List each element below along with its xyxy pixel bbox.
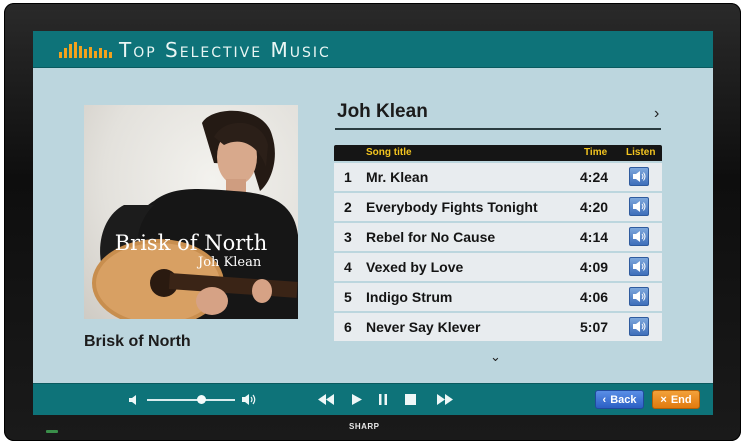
- track-number: 6: [344, 319, 352, 335]
- track-row[interactable]: 4 Vexed by Love 4:09: [334, 253, 662, 281]
- track-title: Everybody Fights Tonight: [366, 199, 538, 215]
- fast-forward-icon[interactable]: [436, 393, 454, 406]
- track-row[interactable]: 3 Rebel for No Cause 4:14: [334, 223, 662, 251]
- track-row[interactable]: 2 Everybody Fights Tonight 4:20: [334, 193, 662, 221]
- speaker-icon[interactable]: [629, 197, 649, 216]
- volume-slider-knob[interactable]: [197, 395, 207, 404]
- speaker-icon[interactable]: [629, 317, 649, 336]
- album-cover-title: Brisk of North: [114, 231, 268, 255]
- track-title: Vexed by Love: [366, 259, 464, 275]
- chevron-down-icon[interactable]: ⌄: [490, 349, 501, 365]
- track-number: 4: [344, 259, 352, 275]
- chevron-right-icon[interactable]: ›: [654, 105, 659, 123]
- track-time: 4:24: [580, 169, 609, 185]
- speaker-icon[interactable]: [629, 287, 649, 306]
- chevron-left-icon: ‹: [602, 393, 607, 406]
- bottom-bar: ‹ Back × End: [33, 383, 713, 415]
- end-button-label: End: [670, 393, 692, 406]
- screen: Top Selective Music Brisk of North Joh K…: [33, 31, 713, 415]
- equalizer-bars-icon: [59, 42, 112, 58]
- album-cover-artist: Joh Klean: [198, 255, 262, 270]
- track-row[interactable]: 1 Mr. Klean 4:24: [334, 163, 662, 191]
- track-title: Never Say Klever: [366, 319, 481, 335]
- track-number: 2: [344, 199, 352, 215]
- volume-slider[interactable]: [147, 399, 235, 401]
- artist-name: Joh Klean: [337, 101, 428, 122]
- back-button[interactable]: ‹ Back: [595, 390, 644, 409]
- speaker-icon[interactable]: [629, 257, 649, 276]
- track-row[interactable]: 5 Indigo Strum 4:06: [334, 283, 662, 311]
- volume-high-icon[interactable]: [241, 392, 257, 407]
- end-button[interactable]: × End: [652, 390, 700, 409]
- tracklist: Song title Time Listen 1 Mr. Klean 4:24 …: [334, 145, 662, 341]
- speaker-icon[interactable]: [629, 167, 649, 186]
- track-time: 4:06: [580, 289, 609, 305]
- track-time: 4:20: [580, 199, 609, 215]
- close-icon: ×: [660, 393, 667, 406]
- album-name: Brisk of North: [84, 333, 191, 350]
- top-bar: Top Selective Music: [33, 31, 713, 68]
- track-title: Indigo Strum: [366, 289, 453, 305]
- album-cover-art: [92, 110, 298, 319]
- track-time: 5:07: [580, 319, 609, 335]
- track-time: 4:14: [580, 229, 609, 245]
- track-number: 1: [344, 169, 352, 185]
- rewind-icon[interactable]: [317, 393, 335, 406]
- track-time: 4:09: [580, 259, 609, 275]
- album-cover[interactable]: Brisk of North Joh Klean: [84, 105, 298, 319]
- track-number: 3: [344, 229, 352, 245]
- play-icon[interactable]: [351, 393, 363, 406]
- header-listen: Listen: [626, 147, 656, 158]
- stop-icon[interactable]: [404, 393, 417, 406]
- tracklist-header: Song title Time Listen: [334, 145, 662, 161]
- track-title: Mr. Klean: [366, 169, 429, 185]
- header-song-title: Song title: [366, 147, 412, 158]
- tv-brand-label: SHARP: [349, 422, 380, 431]
- header-time: Time: [584, 147, 608, 158]
- pause-icon[interactable]: [378, 393, 388, 406]
- track-title: Rebel for No Cause: [366, 229, 496, 245]
- speaker-icon[interactable]: [629, 227, 649, 246]
- track-number: 5: [344, 289, 352, 305]
- volume-low-icon[interactable]: [128, 393, 140, 407]
- power-led-icon: [46, 430, 58, 433]
- artist-divider: [335, 128, 661, 130]
- back-button-label: Back: [610, 393, 637, 406]
- app-title: Top Selective Music: [119, 38, 331, 62]
- track-row[interactable]: 6 Never Say Klever 5:07: [334, 313, 662, 341]
